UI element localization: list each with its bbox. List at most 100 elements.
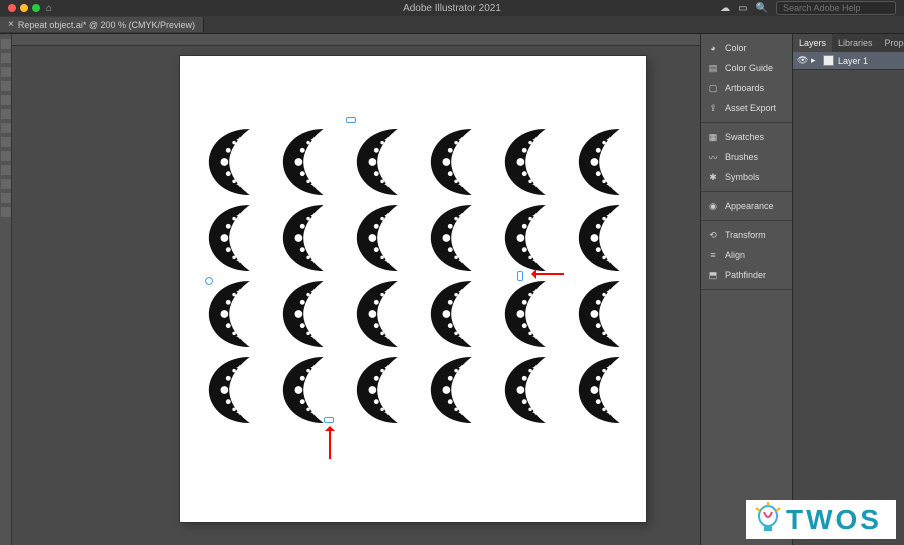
moon-shape[interactable] [498, 200, 568, 276]
gradient-tool[interactable] [1, 179, 11, 189]
moon-shape[interactable] [498, 276, 568, 352]
swatches-panel-button[interactable]: ▦ Swatches [707, 127, 786, 147]
symbols-icon: ✱ [707, 171, 719, 183]
close-window-icon[interactable] [8, 4, 16, 12]
repeat-grid-object[interactable] [202, 124, 642, 428]
swatches-icon: ▦ [707, 131, 719, 143]
moon-shape[interactable] [572, 200, 642, 276]
moon-shape[interactable] [424, 200, 494, 276]
moon-shape[interactable] [350, 200, 420, 276]
bulb-icon [752, 502, 784, 536]
grid-row [202, 276, 642, 352]
selection-tool[interactable] [1, 39, 11, 49]
moon-shape[interactable] [350, 124, 420, 200]
color-icon: ◕ [707, 42, 719, 54]
transform-icon: ⟲ [707, 229, 719, 241]
align-icon: ≡ [707, 249, 719, 261]
layer-thumbnail [823, 55, 834, 66]
color-panel-button[interactable]: ◕ Color [707, 38, 786, 58]
brushes-icon: 〰 [707, 151, 719, 163]
brush-tool[interactable] [1, 123, 11, 133]
moon-shape[interactable] [202, 124, 272, 200]
repeat-origin-handle[interactable] [205, 277, 213, 285]
brushes-panel-button[interactable]: 〰 Brushes [707, 147, 786, 167]
document-tab-label: Repeat object.ai* @ 200 % (CMYK/Preview) [18, 20, 195, 30]
eyedropper-tool[interactable] [1, 193, 11, 203]
moon-shape[interactable] [202, 200, 272, 276]
zoom-tool[interactable] [1, 207, 11, 217]
moon-shape[interactable] [498, 124, 568, 200]
repeat-right-handle[interactable] [517, 271, 523, 281]
rectangle-tool[interactable] [1, 109, 11, 119]
annotation-arrow-right [534, 273, 564, 275]
app-title: Adobe Illustrator 2021 [403, 3, 501, 14]
moon-shape[interactable] [424, 352, 494, 428]
visibility-icon[interactable]: 👁 [797, 55, 807, 66]
eraser-tool[interactable] [1, 165, 11, 175]
color-guide-panel-button[interactable]: ▤ Color Guide [707, 58, 786, 78]
window-controls[interactable] [8, 4, 40, 12]
layer-row[interactable]: 👁 ▸ Layer 1 [793, 52, 904, 70]
artboards-icon: ▢ [707, 82, 719, 94]
close-tab-icon[interactable]: × [8, 19, 14, 30]
home-icon[interactable]: ⌂ [46, 3, 52, 14]
rotate-tool[interactable] [1, 137, 11, 147]
layers-panel: Layers Libraries Properties ≡ 👁 ▸ Layer … [792, 34, 904, 545]
tools-panel [0, 34, 12, 545]
moon-shape[interactable] [498, 352, 568, 428]
panel-label: Brushes [725, 152, 758, 162]
arrange-icon[interactable]: ▭ [738, 3, 747, 14]
grid-row [202, 200, 642, 276]
zoom-window-icon[interactable] [32, 4, 40, 12]
moon-shape[interactable] [424, 276, 494, 352]
moon-shape[interactable] [572, 276, 642, 352]
search-icon[interactable]: 🔍 [756, 3, 768, 14]
pathfinder-icon: ⬒ [707, 269, 719, 281]
search-input[interactable] [776, 1, 896, 15]
line-tool[interactable] [1, 95, 11, 105]
color-guide-icon: ▤ [707, 62, 719, 74]
moon-shape[interactable] [276, 352, 346, 428]
moon-shape[interactable] [276, 200, 346, 276]
moon-shape[interactable] [350, 276, 420, 352]
moon-shape[interactable] [572, 352, 642, 428]
twirl-icon[interactable]: ▸ [811, 55, 819, 66]
direct-selection-tool[interactable] [1, 53, 11, 63]
pathfinder-panel-button[interactable]: ⬒ Pathfinder [707, 265, 786, 285]
panel-label: Transform [725, 230, 766, 240]
panel-label: Color Guide [725, 63, 773, 73]
layer-name[interactable]: Layer 1 [838, 56, 868, 66]
asset-export-icon: ⇪ [707, 102, 719, 114]
document-tab[interactable]: × Repeat object.ai* @ 200 % (CMYK/Previe… [0, 17, 204, 32]
appearance-panel-button[interactable]: ◉Appearance [707, 196, 786, 216]
document-tab-bar: × Repeat object.ai* @ 200 % (CMYK/Previe… [0, 16, 904, 34]
pen-tool[interactable] [1, 67, 11, 77]
moon-shape[interactable] [572, 124, 642, 200]
moon-shape[interactable] [276, 124, 346, 200]
tab-layers[interactable]: Layers [793, 34, 832, 52]
cloud-icon[interactable]: ☁ [720, 3, 730, 14]
tab-properties[interactable]: Properties [879, 34, 904, 52]
scale-tool[interactable] [1, 151, 11, 161]
artboards-panel-button[interactable]: ▢Artboards [707, 78, 786, 98]
canvas-area[interactable] [12, 34, 700, 545]
asset-export-panel-button[interactable]: ⇪ Asset Export [707, 98, 786, 118]
minimize-window-icon[interactable] [20, 4, 28, 12]
type-tool[interactable] [1, 81, 11, 91]
panel-label: Pathfinder [725, 270, 766, 280]
tab-libraries[interactable]: Libraries [832, 34, 879, 52]
align-panel-button[interactable]: ≡Align [707, 245, 786, 265]
transform-panel-button[interactable]: ⟲ Transform [707, 225, 786, 245]
moon-shape[interactable] [202, 352, 272, 428]
moon-shape[interactable] [424, 124, 494, 200]
panel-label: Symbols [725, 172, 760, 182]
moon-shape[interactable] [350, 352, 420, 428]
repeat-top-handle[interactable] [346, 117, 356, 123]
symbols-panel-button[interactable]: ✱ Symbols [707, 167, 786, 187]
moon-shape[interactable] [202, 276, 272, 352]
moon-shape[interactable] [276, 276, 346, 352]
right-dock: ◕ Color ▤ Color Guide ▢Artboards ⇪ Asset Expor… [700, 34, 792, 545]
panel-label: Asset Export [725, 103, 776, 113]
panel-label: Swatches [725, 132, 764, 142]
panel-label: Color [725, 43, 747, 53]
